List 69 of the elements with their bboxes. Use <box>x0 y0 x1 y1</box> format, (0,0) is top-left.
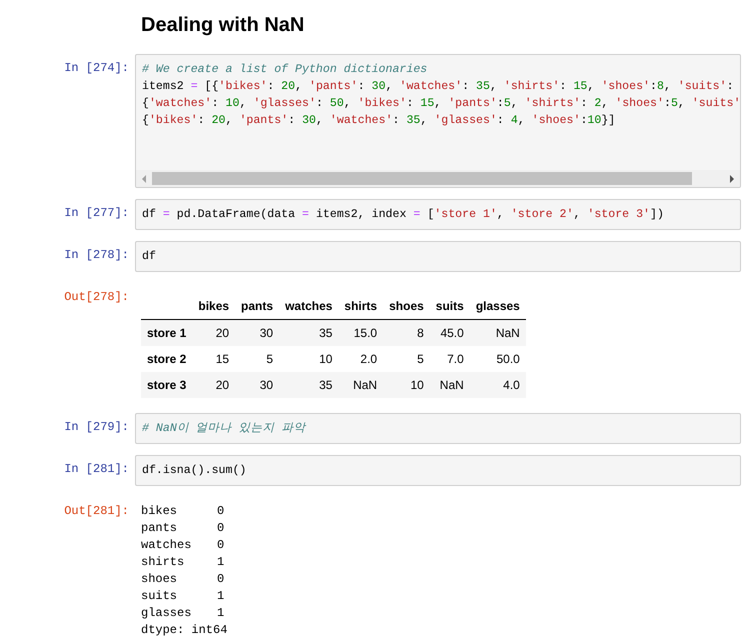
series-value: 0 <box>217 537 224 554</box>
code-cell[interactable]: df <box>135 241 741 272</box>
series-label: glasses <box>141 605 192 622</box>
row-header: store 2 <box>141 346 192 372</box>
series-label: shoes <box>141 571 178 588</box>
table-cell: 8 <box>383 320 430 346</box>
code-cell[interactable] <box>135 54 741 188</box>
table-cell: 10 <box>279 346 338 372</box>
input-prompt: In [281]: <box>64 461 129 478</box>
column-header: glasses <box>470 293 526 320</box>
series-value: 1 <box>217 588 224 605</box>
code-cell[interactable]: df = pd.DataFrame(data = items2, index = ['store 1', 'store 2', 'store 3']) <box>135 199 741 230</box>
table-cell: NaN <box>470 320 526 346</box>
series-value: 0 <box>217 571 224 588</box>
series-label: shirts <box>141 554 186 571</box>
column-header: suits <box>430 293 470 320</box>
table-cell: 15.0 <box>338 320 384 346</box>
series-value: 0 <box>217 520 224 537</box>
code-line: df = pd.DataFrame(data = items2, index = ['store 1', 'store 2', 'store 3']) <box>142 207 664 223</box>
table-cell: 15 <box>192 346 236 372</box>
series-label: pants <box>141 520 178 537</box>
table-cell: 2.0 <box>338 346 384 372</box>
table-cell: 20 <box>192 320 236 346</box>
row-header: store 1 <box>141 320 192 346</box>
series-value: 1 <box>217 554 224 571</box>
code-line: {'watches': 10, 'glasses': 50, 'bikes': 15, 'pants':5, 'shirts': 2, 'shoes':5, 'suits' <box>142 96 740 112</box>
table-cell: 45.0 <box>430 320 470 346</box>
scrollbar[interactable] <box>136 170 740 187</box>
code-comment: # NaN이 얼마나 있는지 파악 <box>142 421 306 437</box>
scrollbar-thumb[interactable] <box>152 172 692 185</box>
series-label: bikes <box>141 503 178 520</box>
table-cell: NaN <box>430 372 470 398</box>
page-heading: Dealing with NaN <box>141 13 304 38</box>
code-line: df.isna().sum() <box>142 463 246 479</box>
code-line: items2 = [{'bikes': 20, 'pants': 30, 'watches': 35, 'shirts': 15, 'shoes':8, 'suits': <box>142 79 734 95</box>
code-line: {'bikes': 20, 'pants': 30, 'watches': 35, 'glasses': 4, 'shoes':10}] <box>142 113 616 129</box>
table-cell: 35 <box>279 320 338 346</box>
table-cell: 5 <box>235 346 280 372</box>
input-prompt: In [277]: <box>64 205 129 222</box>
table-cell: 5 <box>383 346 430 372</box>
series-label: watches <box>141 537 192 554</box>
table-cell: 50.0 <box>470 346 526 372</box>
column-header: shoes <box>383 293 430 320</box>
table-cell: 10 <box>383 372 430 398</box>
code-line: df <box>142 249 156 265</box>
column-header: pants <box>235 293 280 320</box>
series-label: suits <box>141 588 178 605</box>
dtype-text: dtype: int64 <box>141 622 228 639</box>
code-cell[interactable]: # NaN이 얼마나 있는지 파악 <box>135 413 741 444</box>
table-cell: 4.0 <box>470 372 526 398</box>
input-prompt: In [279]: <box>64 419 129 436</box>
table-cell: 7.0 <box>430 346 470 372</box>
output-prompt: Out[278]: <box>64 289 129 306</box>
column-header: bikes <box>192 293 236 320</box>
column-header: shirts <box>338 293 384 320</box>
table-cell: NaN <box>338 372 384 398</box>
table-cell: 35 <box>279 372 338 398</box>
table-cell: 30 <box>235 372 280 398</box>
input-prompt: In [274]: <box>64 60 129 77</box>
series-value: 0 <box>217 503 224 520</box>
code-comment: # We create a list of Python dictionaries <box>142 62 428 78</box>
code-cell[interactable]: df.isna().sum() <box>135 455 741 486</box>
column-header: watches <box>279 293 338 320</box>
table-cell: 20 <box>192 372 236 398</box>
output-prompt: Out[281]: <box>64 503 129 520</box>
series-value: 1 <box>217 605 224 622</box>
input-prompt: In [278]: <box>64 247 129 264</box>
row-header: store 3 <box>141 372 192 398</box>
table-cell: 30 <box>235 320 280 346</box>
